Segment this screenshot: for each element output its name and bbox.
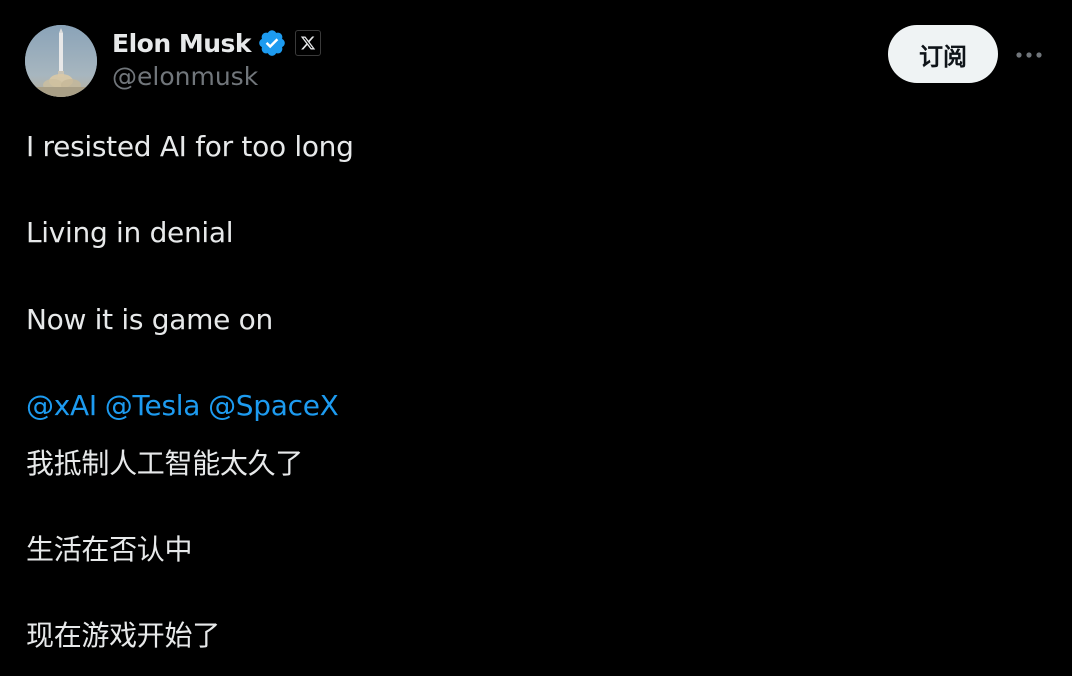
- avatar-image: [25, 25, 97, 97]
- mention-link[interactable]: @SpaceX: [208, 389, 339, 422]
- avatar[interactable]: [25, 25, 97, 97]
- author-handle[interactable]: @elonmusk: [112, 62, 258, 91]
- author-name-row: Elon Musk: [112, 26, 322, 60]
- author-display-name[interactable]: Elon Musk: [112, 29, 252, 58]
- tweet-text-line-translation: 我抵制人工智能太久了: [26, 447, 304, 480]
- tweet-text-line: Living in denial: [26, 216, 234, 249]
- more-options-button[interactable]: [1012, 38, 1046, 72]
- verified-badge-icon[interactable]: [257, 28, 287, 58]
- tweet-text-line: Now it is game on: [26, 303, 273, 336]
- mention-link[interactable]: @xAI: [26, 389, 97, 422]
- mention-link[interactable]: @Tesla: [105, 389, 201, 422]
- tweet-text-line-translation: 现在游戏开始了: [26, 619, 220, 652]
- subscribe-button[interactable]: 订阅: [888, 25, 998, 83]
- tweet-text-line: I resisted AI for too long: [26, 130, 354, 163]
- more-horizontal-icon: [1016, 52, 1042, 58]
- tweet-text-line-translation: 生活在否认中: [26, 533, 193, 566]
- tweet-mentions: @xAI @Tesla @SpaceX: [26, 388, 339, 424]
- x-logo-icon[interactable]: [295, 30, 322, 56]
